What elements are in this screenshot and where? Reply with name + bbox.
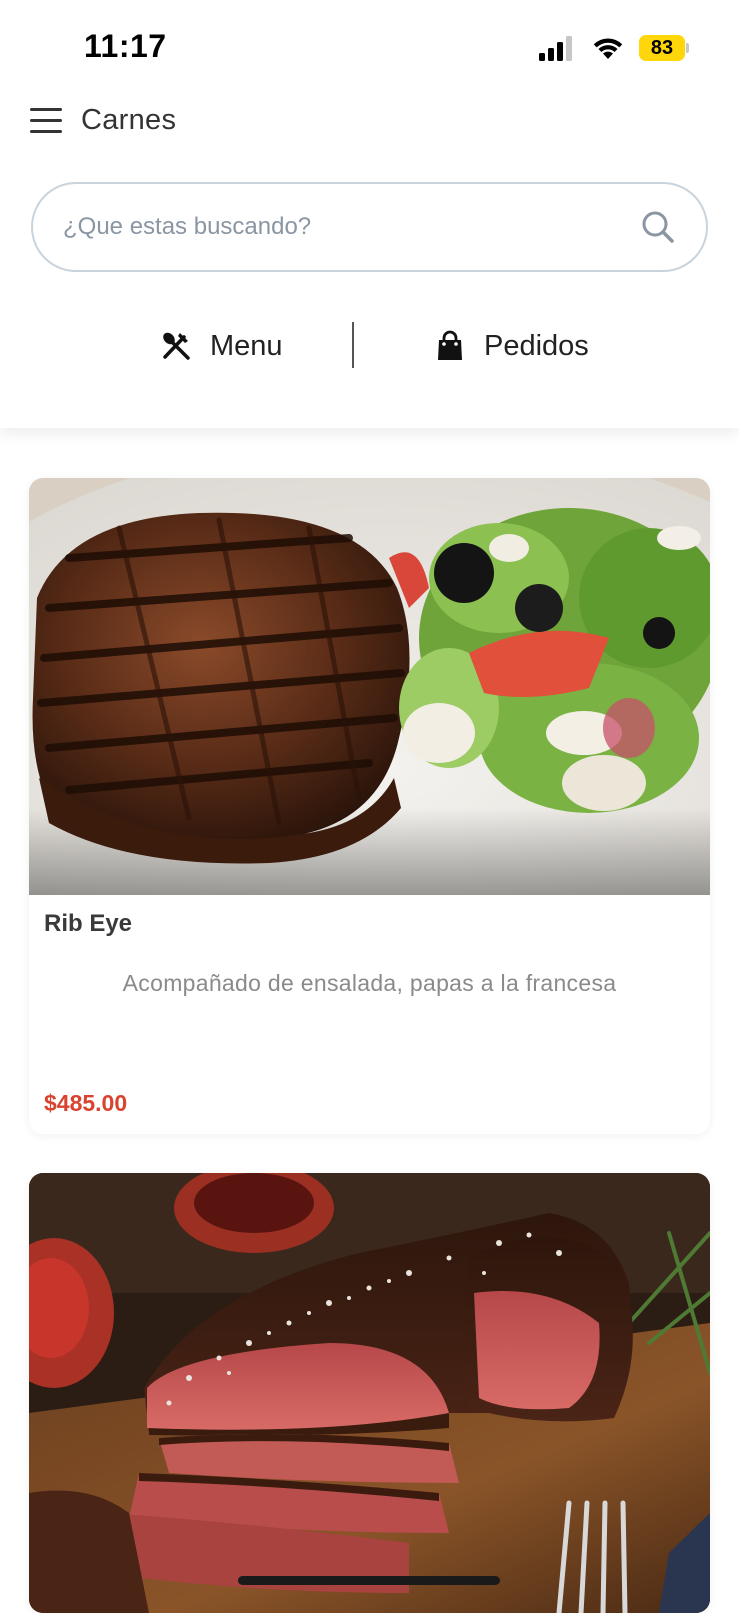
home-indicator[interactable] [238, 1576, 500, 1585]
grilled-steak-image [29, 478, 710, 895]
hamburger-icon[interactable] [30, 106, 62, 134]
signal-icon [539, 36, 572, 61]
product-name: Rib Eye [44, 910, 133, 937]
tab-divider [352, 322, 354, 368]
wifi-icon [593, 38, 623, 59]
product-card[interactable] [29, 1173, 710, 1613]
product-image [29, 478, 710, 895]
app-header: 11:17 83 Carnes ¿Que estas buscando? Men… [0, 0, 739, 428]
search-bar[interactable] [31, 182, 708, 272]
tab-bar: Menu Pedidos [0, 318, 739, 374]
product-card[interactable]: Rib Eye Acompañado de ensalada, papas a … [29, 478, 710, 1134]
product-description: Acompañado de ensalada, papas a la franc… [122, 970, 617, 996]
status-bar: 11:17 83 [0, 0, 739, 100]
battery-level: 83 [639, 35, 685, 61]
tab-menu[interactable]: Menu [160, 318, 283, 374]
shopping-bag-icon [438, 330, 462, 360]
search-icon[interactable] [640, 209, 676, 245]
tab-pedidos-label: Pedidos [484, 329, 589, 362]
battery-icon: 83 [639, 35, 689, 61]
tab-pedidos[interactable]: Pedidos [434, 318, 589, 374]
status-icons: 83 [537, 34, 689, 62]
page-title: Carnes [81, 104, 177, 136]
search-input[interactable] [63, 213, 640, 241]
product-image [29, 1173, 710, 1613]
sliced-steak-image [29, 1173, 710, 1613]
utensils-icon [163, 332, 190, 360]
product-price: $485.00 [44, 1090, 128, 1116]
status-time: 11:17 [84, 28, 167, 64]
tab-menu-label: Menu [210, 329, 283, 362]
